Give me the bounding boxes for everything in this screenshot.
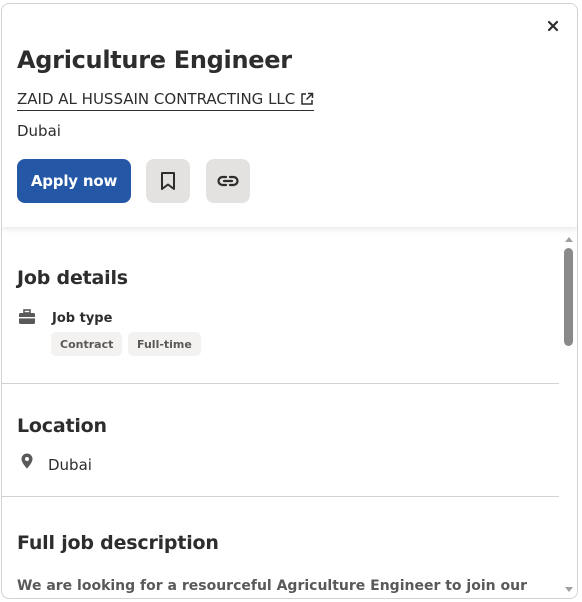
section-divider [2, 496, 559, 497]
location-heading: Location [17, 415, 107, 437]
location-value: Dubai [48, 456, 92, 474]
company-link[interactable]: ZAID AL HUSSAIN CONTRACTING LLC [17, 90, 315, 111]
job-detail-panel: Agriculture Engineer ZAID AL HUSSAIN CON… [1, 3, 578, 599]
job-type-label: Job type [52, 311, 113, 326]
job-type-pill-fulltime: Full-time [128, 332, 201, 356]
company-name: ZAID AL HUSSAIN CONTRACTING LLC [17, 90, 296, 108]
scroll-down-arrow-icon[interactable] [565, 587, 573, 592]
scrollbar[interactable] [561, 232, 577, 598]
job-location: Dubai [17, 122, 61, 140]
link-icon [217, 175, 239, 187]
close-icon [547, 20, 559, 32]
scroll-up-arrow-icon[interactable] [565, 237, 573, 242]
job-body[interactable]: Job details Job type Contract Full-time … [2, 227, 577, 598]
job-header: Agriculture Engineer ZAID AL HUSSAIN CON… [2, 4, 577, 227]
full-description-heading: Full job description [17, 532, 219, 554]
close-button[interactable] [543, 16, 563, 36]
scroll-thumb[interactable] [564, 248, 573, 346]
section-divider [2, 383, 559, 384]
save-job-button[interactable] [146, 159, 190, 203]
map-pin-icon [21, 453, 33, 469]
job-details-heading: Job details [17, 267, 128, 289]
job-title: Agriculture Engineer [17, 46, 292, 74]
apply-now-button[interactable]: Apply now [17, 159, 131, 203]
copy-link-button[interactable] [206, 159, 250, 203]
bookmark-icon [161, 172, 175, 190]
briefcase-icon [19, 309, 35, 324]
description-text: We are looking for a resourceful Agricul… [17, 578, 527, 594]
job-type-pill-contract: Contract [51, 332, 123, 356]
external-link-icon [301, 92, 314, 105]
